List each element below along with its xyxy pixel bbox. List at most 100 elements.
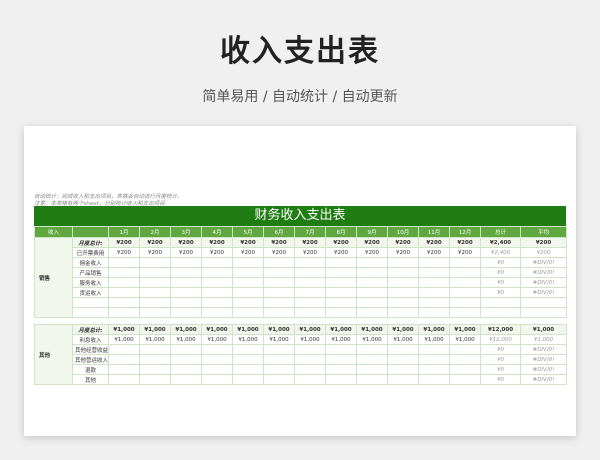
month-cell[interactable] bbox=[232, 354, 264, 365]
row-label[interactable]: 月度总计: bbox=[72, 237, 109, 248]
month-cell[interactable] bbox=[170, 307, 202, 318]
month-cell[interactable] bbox=[325, 287, 357, 298]
month-cell[interactable] bbox=[201, 354, 233, 365]
month-cell[interactable] bbox=[449, 297, 481, 308]
month-cell[interactable] bbox=[449, 307, 481, 318]
month-cell[interactable] bbox=[108, 374, 140, 385]
month-cell[interactable] bbox=[263, 344, 295, 355]
month-cell[interactable]: ¥200 bbox=[108, 247, 140, 258]
month-cell[interactable]: ¥1,000 bbox=[325, 334, 357, 345]
month-cell[interactable] bbox=[418, 267, 450, 278]
month-cell[interactable] bbox=[201, 364, 233, 375]
month-cell[interactable] bbox=[387, 344, 419, 355]
month-cell[interactable] bbox=[387, 267, 419, 278]
month-cell[interactable] bbox=[201, 297, 233, 308]
month-cell[interactable] bbox=[201, 374, 233, 385]
month-cell[interactable] bbox=[139, 287, 171, 298]
month-cell[interactable]: ¥1,000 bbox=[263, 334, 295, 345]
month-cell[interactable]: ¥200 bbox=[449, 237, 481, 248]
month-cell[interactable] bbox=[325, 364, 357, 375]
month-cell[interactable] bbox=[356, 364, 388, 375]
month-cell[interactable] bbox=[232, 344, 264, 355]
month-cell[interactable] bbox=[356, 257, 388, 268]
month-cell[interactable]: ¥200 bbox=[294, 237, 326, 248]
month-cell[interactable] bbox=[294, 307, 326, 318]
month-cell[interactable]: ¥200 bbox=[170, 237, 202, 248]
month-cell[interactable]: ¥1,000 bbox=[170, 324, 202, 335]
month-cell[interactable]: ¥1,000 bbox=[387, 324, 419, 335]
month-cell[interactable] bbox=[201, 267, 233, 278]
month-cell[interactable] bbox=[418, 297, 450, 308]
month-cell[interactable] bbox=[201, 287, 233, 298]
month-cell[interactable]: ¥1,000 bbox=[232, 324, 264, 335]
month-cell[interactable]: ¥1,000 bbox=[108, 324, 140, 335]
month-cell[interactable] bbox=[201, 307, 233, 318]
month-cell[interactable]: ¥200 bbox=[263, 247, 295, 258]
month-cell[interactable] bbox=[418, 307, 450, 318]
month-cell[interactable] bbox=[325, 354, 357, 365]
month-cell[interactable] bbox=[201, 344, 233, 355]
month-cell[interactable] bbox=[449, 267, 481, 278]
month-cell[interactable] bbox=[449, 364, 481, 375]
month-cell[interactable]: ¥200 bbox=[232, 237, 264, 248]
month-cell[interactable] bbox=[387, 287, 419, 298]
month-cell[interactable]: ¥200 bbox=[201, 237, 233, 248]
month-cell[interactable] bbox=[263, 297, 295, 308]
month-cell[interactable] bbox=[139, 364, 171, 375]
month-cell[interactable] bbox=[139, 344, 171, 355]
month-cell[interactable] bbox=[170, 287, 202, 298]
month-cell[interactable] bbox=[170, 277, 202, 288]
month-cell[interactable]: ¥200 bbox=[294, 247, 326, 258]
month-cell[interactable] bbox=[325, 297, 357, 308]
month-cell[interactable]: ¥200 bbox=[139, 237, 171, 248]
month-cell[interactable] bbox=[263, 257, 295, 268]
month-cell[interactable]: ¥200 bbox=[325, 237, 357, 248]
month-cell[interactable] bbox=[139, 354, 171, 365]
month-cell[interactable] bbox=[108, 257, 140, 268]
month-cell[interactable] bbox=[449, 287, 481, 298]
month-cell[interactable]: ¥1,000 bbox=[387, 334, 419, 345]
month-cell[interactable] bbox=[170, 267, 202, 278]
month-cell[interactable] bbox=[449, 354, 481, 365]
month-cell[interactable] bbox=[201, 277, 233, 288]
month-cell[interactable] bbox=[232, 267, 264, 278]
month-cell[interactable]: ¥1,000 bbox=[449, 324, 481, 335]
month-cell[interactable] bbox=[294, 257, 326, 268]
month-cell[interactable] bbox=[356, 267, 388, 278]
month-cell[interactable] bbox=[108, 297, 140, 308]
month-cell[interactable] bbox=[449, 374, 481, 385]
month-cell[interactable] bbox=[356, 307, 388, 318]
row-label[interactable]: 月度总计: bbox=[72, 324, 109, 335]
month-cell[interactable]: ¥200 bbox=[356, 237, 388, 248]
month-cell[interactable]: ¥1,000 bbox=[201, 334, 233, 345]
row-label[interactable]: 其他营运收入 bbox=[72, 354, 109, 365]
month-cell[interactable] bbox=[325, 307, 357, 318]
month-cell[interactable] bbox=[294, 267, 326, 278]
row-label[interactable]: 其他经营收益收入 bbox=[72, 344, 109, 355]
month-cell[interactable] bbox=[294, 354, 326, 365]
month-cell[interactable] bbox=[294, 277, 326, 288]
row-label[interactable]: 货运收入 bbox=[72, 287, 109, 298]
month-cell[interactable] bbox=[356, 297, 388, 308]
month-cell[interactable]: ¥200 bbox=[201, 247, 233, 258]
month-cell[interactable] bbox=[108, 277, 140, 288]
month-cell[interactable]: ¥1,000 bbox=[232, 334, 264, 345]
row-label[interactable] bbox=[72, 307, 109, 318]
month-cell[interactable] bbox=[139, 297, 171, 308]
month-cell[interactable] bbox=[294, 364, 326, 375]
month-cell[interactable] bbox=[232, 307, 264, 318]
month-cell[interactable] bbox=[356, 354, 388, 365]
month-cell[interactable] bbox=[294, 287, 326, 298]
row-label[interactable]: 退款 bbox=[72, 364, 109, 375]
month-cell[interactable] bbox=[356, 344, 388, 355]
month-cell[interactable] bbox=[418, 374, 450, 385]
row-label[interactable]: 已开票费用 bbox=[72, 247, 109, 258]
month-cell[interactable] bbox=[387, 354, 419, 365]
month-cell[interactable] bbox=[418, 277, 450, 288]
month-cell[interactable]: ¥1,000 bbox=[325, 324, 357, 335]
month-cell[interactable] bbox=[294, 374, 326, 385]
month-cell[interactable] bbox=[449, 277, 481, 288]
month-cell[interactable] bbox=[263, 267, 295, 278]
month-cell[interactable]: ¥200 bbox=[387, 237, 419, 248]
month-cell[interactable] bbox=[232, 277, 264, 288]
